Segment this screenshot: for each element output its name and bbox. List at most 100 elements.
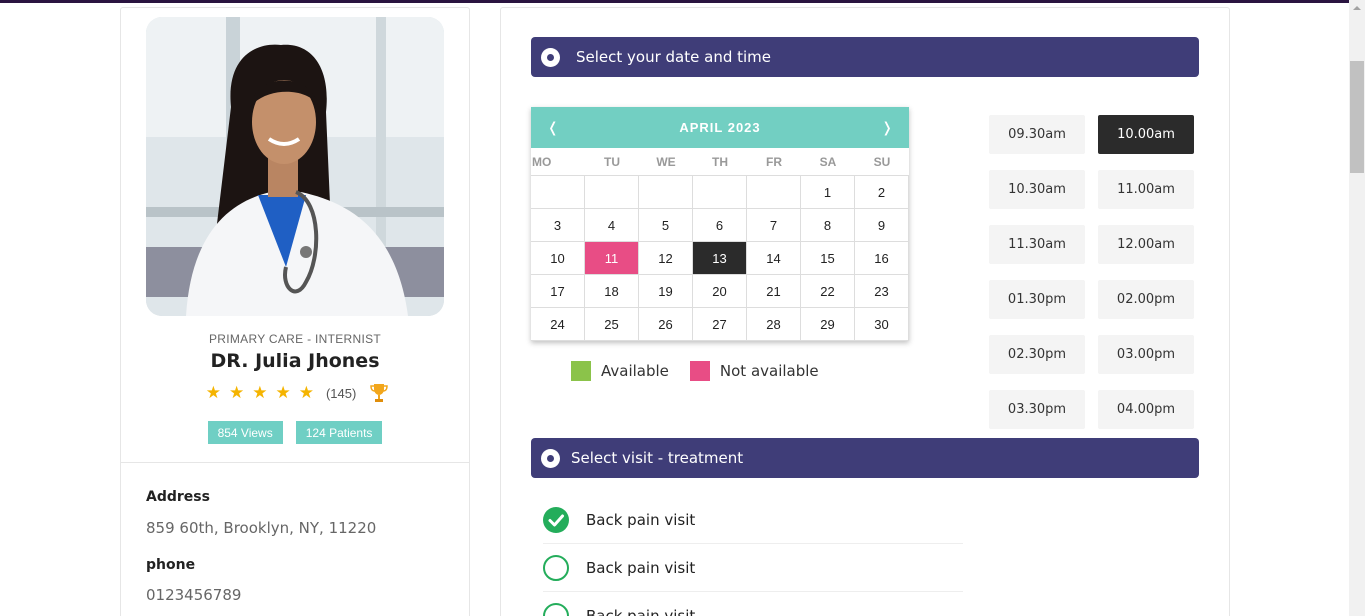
patients-badge: 124 Patients bbox=[295, 421, 383, 444]
weekday-label: MO bbox=[532, 154, 552, 169]
calendar-day[interactable]: 25 bbox=[585, 308, 639, 341]
star-icon: ★ bbox=[298, 383, 314, 403]
calendar-day[interactable]: 23 bbox=[855, 275, 909, 308]
available-swatch bbox=[571, 361, 591, 381]
calendar-day[interactable]: 29 bbox=[801, 308, 855, 341]
phone-label: phone bbox=[146, 557, 196, 573]
not-available-swatch bbox=[689, 361, 710, 381]
scroll-up-arrow-icon[interactable] bbox=[1349, 0, 1365, 16]
time-slot-button[interactable]: 03.00pm bbox=[1098, 335, 1194, 374]
calendar-day[interactable]: 5 bbox=[639, 209, 693, 242]
page-scrollbar[interactable] bbox=[1349, 0, 1365, 616]
phone-value: 0123456789 bbox=[146, 586, 242, 604]
calendar-day[interactable]: 7 bbox=[747, 209, 801, 242]
calendar-empty-cell bbox=[747, 176, 801, 209]
weekday-label: TH bbox=[712, 154, 728, 169]
treatment-section-header: Select visit - treatment bbox=[531, 438, 1199, 478]
weekday-label: SA bbox=[819, 154, 837, 169]
time-slot-button[interactable]: 09.30am bbox=[989, 115, 1085, 154]
calendar-empty-cell bbox=[639, 176, 693, 209]
calendar-day[interactable]: 10 bbox=[531, 242, 585, 275]
next-month-button[interactable]: ❭ bbox=[881, 120, 893, 136]
calendar-day[interactable]: 20 bbox=[693, 275, 747, 308]
calendar-legend: Available Not available bbox=[571, 361, 840, 381]
calendar-empty-cell bbox=[531, 176, 585, 209]
check-circle-icon[interactable] bbox=[543, 506, 569, 533]
treatment-option[interactable]: Back pain visit bbox=[543, 496, 963, 544]
calendar-day[interactable]: 22 bbox=[801, 275, 855, 308]
calendar-day[interactable]: 28 bbox=[747, 308, 801, 341]
not-available-label: Not available bbox=[719, 362, 819, 380]
calendar-day[interactable]: 27 bbox=[693, 308, 747, 341]
doctor-rating: ★ ★ ★ ★ ★ (145) bbox=[121, 383, 469, 403]
calendar-day[interactable]: 26 bbox=[639, 308, 693, 341]
calendar-month: APRIL 2023 bbox=[679, 120, 761, 135]
calendar-day[interactable]: 8 bbox=[801, 209, 855, 242]
calendar-day[interactable]: 16 bbox=[855, 242, 909, 275]
calendar-day[interactable]: 2 bbox=[855, 176, 909, 209]
empty-circle-icon[interactable] bbox=[543, 554, 569, 581]
radio-icon bbox=[541, 448, 560, 468]
empty-circle-icon[interactable] bbox=[543, 602, 569, 616]
treatment-option[interactable]: Back pain visit bbox=[543, 544, 963, 592]
star-icon: ★ bbox=[275, 383, 291, 403]
calendar-empty-cell bbox=[693, 176, 747, 209]
weekday-label: WE bbox=[656, 154, 676, 169]
doctor-specialty: PRIMARY CARE - INTERNIST bbox=[208, 332, 382, 346]
divider bbox=[121, 462, 469, 463]
time-slot-button[interactable]: 01.30pm bbox=[989, 280, 1085, 319]
star-icon: ★ bbox=[205, 383, 221, 403]
time-slot-button[interactable]: 11.00am bbox=[1098, 170, 1194, 209]
calendar-day[interactable]: 13 bbox=[693, 242, 747, 275]
doctor-photo bbox=[146, 17, 444, 316]
calendar-day[interactable]: 11 bbox=[585, 242, 639, 275]
available-label: Available bbox=[601, 362, 669, 380]
calendar-day[interactable]: 24 bbox=[531, 308, 585, 341]
doctor-name: DR. Julia Jhones bbox=[210, 350, 380, 372]
time-slot-button[interactable]: 10.30am bbox=[989, 170, 1085, 209]
calendar-header: ❬ APRIL 2023 ❭ bbox=[531, 107, 909, 148]
time-slot-button[interactable]: 04.00pm bbox=[1098, 390, 1194, 429]
calendar-day[interactable]: 1 bbox=[801, 176, 855, 209]
time-slot-button[interactable]: 02.30pm bbox=[989, 335, 1085, 374]
star-icon: ★ bbox=[252, 383, 268, 403]
doctor-profile-card: PRIMARY CARE - INTERNIST DR. Julia Jhone… bbox=[120, 7, 470, 616]
views-badge: 854 Views bbox=[207, 421, 283, 444]
trophy-icon bbox=[370, 384, 389, 402]
booking-panel: Select your date and time ❬ APRIL 2023 ❭… bbox=[500, 7, 1230, 616]
calendar-day[interactable]: 4 bbox=[585, 209, 639, 242]
section-title: Select visit - treatment bbox=[571, 449, 744, 467]
time-slot-button[interactable]: 03.30pm bbox=[989, 390, 1085, 429]
weekday-label: FR bbox=[766, 154, 782, 169]
calendar-day[interactable]: 18 bbox=[585, 275, 639, 308]
calendar-empty-cell bbox=[585, 176, 639, 209]
time-slot-button[interactable]: 02.00pm bbox=[1098, 280, 1194, 319]
section-title: Select your date and time bbox=[576, 48, 772, 66]
calendar-day[interactable]: 17 bbox=[531, 275, 585, 308]
calendar-day[interactable]: 6 bbox=[693, 209, 747, 242]
rating-count: (145) bbox=[325, 385, 357, 401]
calendar-day[interactable]: 3 bbox=[531, 209, 585, 242]
top-accent-bar bbox=[0, 0, 1349, 3]
weekday-row: MO TU WE TH FR SA SU bbox=[531, 148, 909, 175]
scroll-thumb[interactable] bbox=[1350, 61, 1364, 173]
calendar: ❬ APRIL 2023 ❭ MO TU WE TH FR SA SU 1234567891… bbox=[531, 107, 909, 341]
weekday-label: TU bbox=[604, 154, 620, 169]
treatment-option[interactable]: Back pain visit bbox=[543, 592, 963, 616]
calendar-day[interactable]: 30 bbox=[855, 308, 909, 341]
time-slot-button[interactable]: 10.00am bbox=[1098, 115, 1194, 154]
prev-month-button[interactable]: ❬ bbox=[547, 120, 559, 136]
weekday-label: SU bbox=[873, 154, 891, 169]
calendar-day[interactable]: 9 bbox=[855, 209, 909, 242]
calendar-day[interactable]: 14 bbox=[747, 242, 801, 275]
treatment-label: Back pain visit bbox=[586, 510, 696, 529]
address-value: 859 60th, Brooklyn, NY, 11220 bbox=[146, 519, 377, 537]
calendar-day[interactable]: 19 bbox=[639, 275, 693, 308]
time-slot-button[interactable]: 11.30am bbox=[989, 225, 1085, 264]
calendar-day[interactable]: 21 bbox=[747, 275, 801, 308]
star-icon: ★ bbox=[228, 383, 245, 403]
time-slot-button[interactable]: 12.00am bbox=[1098, 225, 1194, 264]
date-time-section-header: Select your date and time bbox=[531, 37, 1199, 77]
calendar-day[interactable]: 12 bbox=[639, 242, 693, 275]
calendar-day[interactable]: 15 bbox=[801, 242, 855, 275]
